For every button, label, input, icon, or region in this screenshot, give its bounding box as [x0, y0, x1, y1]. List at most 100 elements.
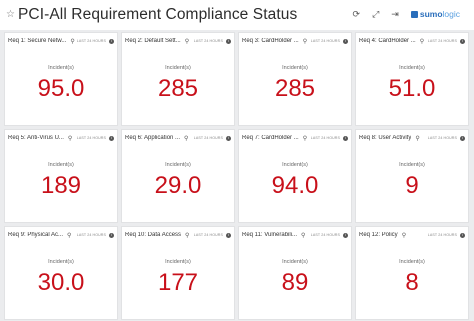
metric-label: Incident(s): [165, 65, 191, 71]
expand-icon[interactable]: ⤢: [372, 9, 379, 19]
time-range-label: LAST 24 HOURS: [193, 233, 223, 237]
panel-req-6[interactable]: Req 6: Application ... ⚲ LAST 24 HOURS i Inc…: [121, 129, 235, 223]
info-icon[interactable]: i: [226, 232, 231, 238]
panel-header: Req 8: User Activity ⚲ LAST 24 HOURS i: [359, 133, 465, 143]
info-icon[interactable]: i: [109, 135, 114, 141]
time-range-label: LAST 24 HOURS: [310, 39, 340, 43]
panel-req-1[interactable]: Req 1: Secure Netw... ⚲ LAST 24 HOURS i Inci…: [4, 32, 118, 126]
panel-title: Req 2: Default Sett...: [125, 38, 181, 44]
metric-value: 29.0: [154, 172, 202, 199]
metric-value: 30.0: [37, 269, 85, 296]
panel-req-3[interactable]: Req 3: CardHolder ... ⚲ LAST 24 HOURS i Inci…: [238, 32, 352, 126]
info-icon[interactable]: i: [343, 38, 348, 44]
panel-title: Req 1: Secure Netw...: [8, 38, 67, 44]
panel-req-2[interactable]: Req 2: Default Sett... ⚲ LAST 24 HOURS i Inc…: [121, 32, 235, 126]
refresh-icon[interactable]: ⟳: [353, 9, 361, 19]
panel-title: Req 7: CardHolder ...: [242, 135, 299, 141]
time-range-label: LAST 24 HOURS: [76, 136, 106, 140]
metric-value: 89: [281, 269, 309, 296]
panel-title: Req 10: Data Access: [125, 232, 182, 238]
info-icon[interactable]: i: [226, 135, 231, 141]
time-range-label: LAST 24 HOURS: [193, 39, 223, 43]
search-icon[interactable]: ⚲: [301, 232, 305, 239]
panel-req-8[interactable]: Req 8: User Activity ⚲ LAST 24 HOURS i Incid…: [355, 129, 469, 223]
dashboard-canvas: ☆ PCI-All Requirement Compliance Status …: [0, 0, 474, 321]
info-icon[interactable]: i: [226, 38, 231, 44]
time-range-label: LAST 24 HOURS: [76, 233, 106, 237]
panel-header: Req 2: Default Sett... ⚲ LAST 24 HOURS i: [125, 36, 231, 46]
time-range-label: LAST 24 HOURS: [310, 233, 340, 237]
share-icon[interactable]: ⇥: [391, 9, 399, 19]
panel-header: Req 11: Vulnerabili... ⚲ LAST 24 HOURS i: [242, 230, 348, 240]
metric-value: 95.0: [37, 75, 85, 102]
panel-header: Req 9: Physical Ac... ⚲ LAST 24 HOURS i: [8, 230, 114, 240]
metric-label: Incident(s): [282, 259, 308, 265]
info-icon[interactable]: i: [460, 232, 465, 238]
info-icon[interactable]: i: [343, 232, 348, 238]
metric-value: 285: [157, 75, 199, 102]
time-range-label: LAST 24 HOURS: [427, 233, 457, 237]
info-icon[interactable]: i: [343, 135, 348, 141]
search-icon[interactable]: ⚲: [68, 135, 72, 142]
search-icon[interactable]: ⚲: [184, 135, 188, 142]
metric-label: Incident(s): [399, 65, 425, 71]
metric-value: 8: [405, 269, 419, 296]
search-icon[interactable]: ⚲: [185, 38, 189, 45]
metric-label: Incident(s): [282, 65, 308, 71]
star-icon[interactable]: ☆: [6, 10, 15, 20]
metric-value: 189: [40, 172, 82, 199]
metric-value: 9: [405, 172, 419, 199]
time-range-label: LAST 24 HOURS: [76, 39, 106, 43]
panel-header: Req 5: Anti-Virus U... ⚲ LAST 24 HOURS i: [8, 133, 114, 143]
panel-req-9[interactable]: Req 9: Physical Ac... ⚲ LAST 24 HOURS i Inci…: [4, 226, 118, 320]
panel-header: Req 10: Data Access ⚲ LAST 24 HOURS i: [125, 230, 231, 240]
search-icon[interactable]: ⚲: [70, 38, 74, 45]
brand-name: sumo: [419, 9, 443, 19]
info-icon[interactable]: i: [109, 232, 114, 238]
metric-label: Incident(s): [48, 259, 74, 265]
search-icon[interactable]: ⚲: [415, 135, 419, 142]
search-icon[interactable]: ⚲: [303, 38, 307, 45]
info-icon[interactable]: i: [460, 135, 465, 141]
panel-title: Req 11: Vulnerabili...: [242, 232, 298, 238]
panel-req-10[interactable]: Req 10: Data Access ⚲ LAST 24 HOURS i Incide…: [121, 226, 235, 320]
panel-title: Req 5: Anti-Virus U...: [8, 135, 64, 141]
title-wrap: ☆ PCI-All Requirement Compliance Status: [6, 6, 297, 24]
panel-req-5[interactable]: Req 5: Anti-Virus U... ⚲ LAST 24 HOURS i Inc…: [4, 129, 118, 223]
brand-accent: logic: [442, 9, 460, 19]
panel-title: Req 3: CardHolder ...: [242, 38, 299, 44]
metric-label: Incident(s): [399, 162, 425, 168]
panel-title: Req 8: User Activity: [359, 135, 412, 141]
search-icon[interactable]: ⚲: [67, 232, 71, 239]
panel-req-4[interactable]: Req 4: CardHolder ... ⚲ LAST 24 HOURS i Inci…: [355, 32, 469, 126]
panel-title: Req 6: Application ...: [125, 135, 181, 141]
search-icon[interactable]: ⚲: [402, 232, 406, 239]
time-range-label: LAST 24 HOURS: [427, 136, 457, 140]
metric-label: Incident(s): [165, 259, 191, 265]
metric-label: Incident(s): [399, 259, 425, 265]
panel-req-11[interactable]: Req 11: Vulnerabili... ⚲ LAST 24 HOURS i Inc…: [238, 226, 352, 320]
panel-req-7[interactable]: Req 7: CardHolder ... ⚲ LAST 24 HOURS i Inci…: [238, 129, 352, 223]
time-range-label: LAST 24 HOURS: [310, 136, 340, 140]
info-icon[interactable]: i: [460, 38, 465, 44]
search-icon[interactable]: ⚲: [185, 232, 189, 239]
dashboard-header: ☆ PCI-All Requirement Compliance Status …: [0, 0, 474, 30]
toolbar: ⟳ ⤢ ⇥ sumologic: [353, 9, 460, 19]
metric-value: 177: [157, 269, 199, 296]
search-icon[interactable]: ⚲: [420, 38, 424, 45]
panel-req-12[interactable]: Req 12: Policy ⚲ LAST 24 HOURS i Incident(s)…: [355, 226, 469, 320]
panel-header: Req 7: CardHolder ... ⚲ LAST 24 HOURS i: [242, 133, 348, 143]
metric-value: 51.0: [388, 75, 436, 102]
sumologic-logo: sumologic: [410, 9, 460, 19]
panel-header: Req 4: CardHolder ... ⚲ LAST 24 HOURS i: [359, 36, 465, 46]
search-icon[interactable]: ⚲: [303, 135, 307, 142]
metric-value: 94.0: [271, 172, 319, 199]
time-range-label: LAST 24 HOURS: [193, 136, 223, 140]
info-icon[interactable]: i: [109, 38, 114, 44]
panel-header: Req 1: Secure Netw... ⚲ LAST 24 HOURS i: [8, 36, 114, 46]
metric-value: 285: [274, 75, 316, 102]
metric-label: Incident(s): [48, 162, 74, 168]
panel-title: Req 12: Policy: [359, 232, 398, 238]
panel-title: Req 9: Physical Ac...: [8, 232, 64, 238]
metric-label: Incident(s): [165, 162, 191, 168]
